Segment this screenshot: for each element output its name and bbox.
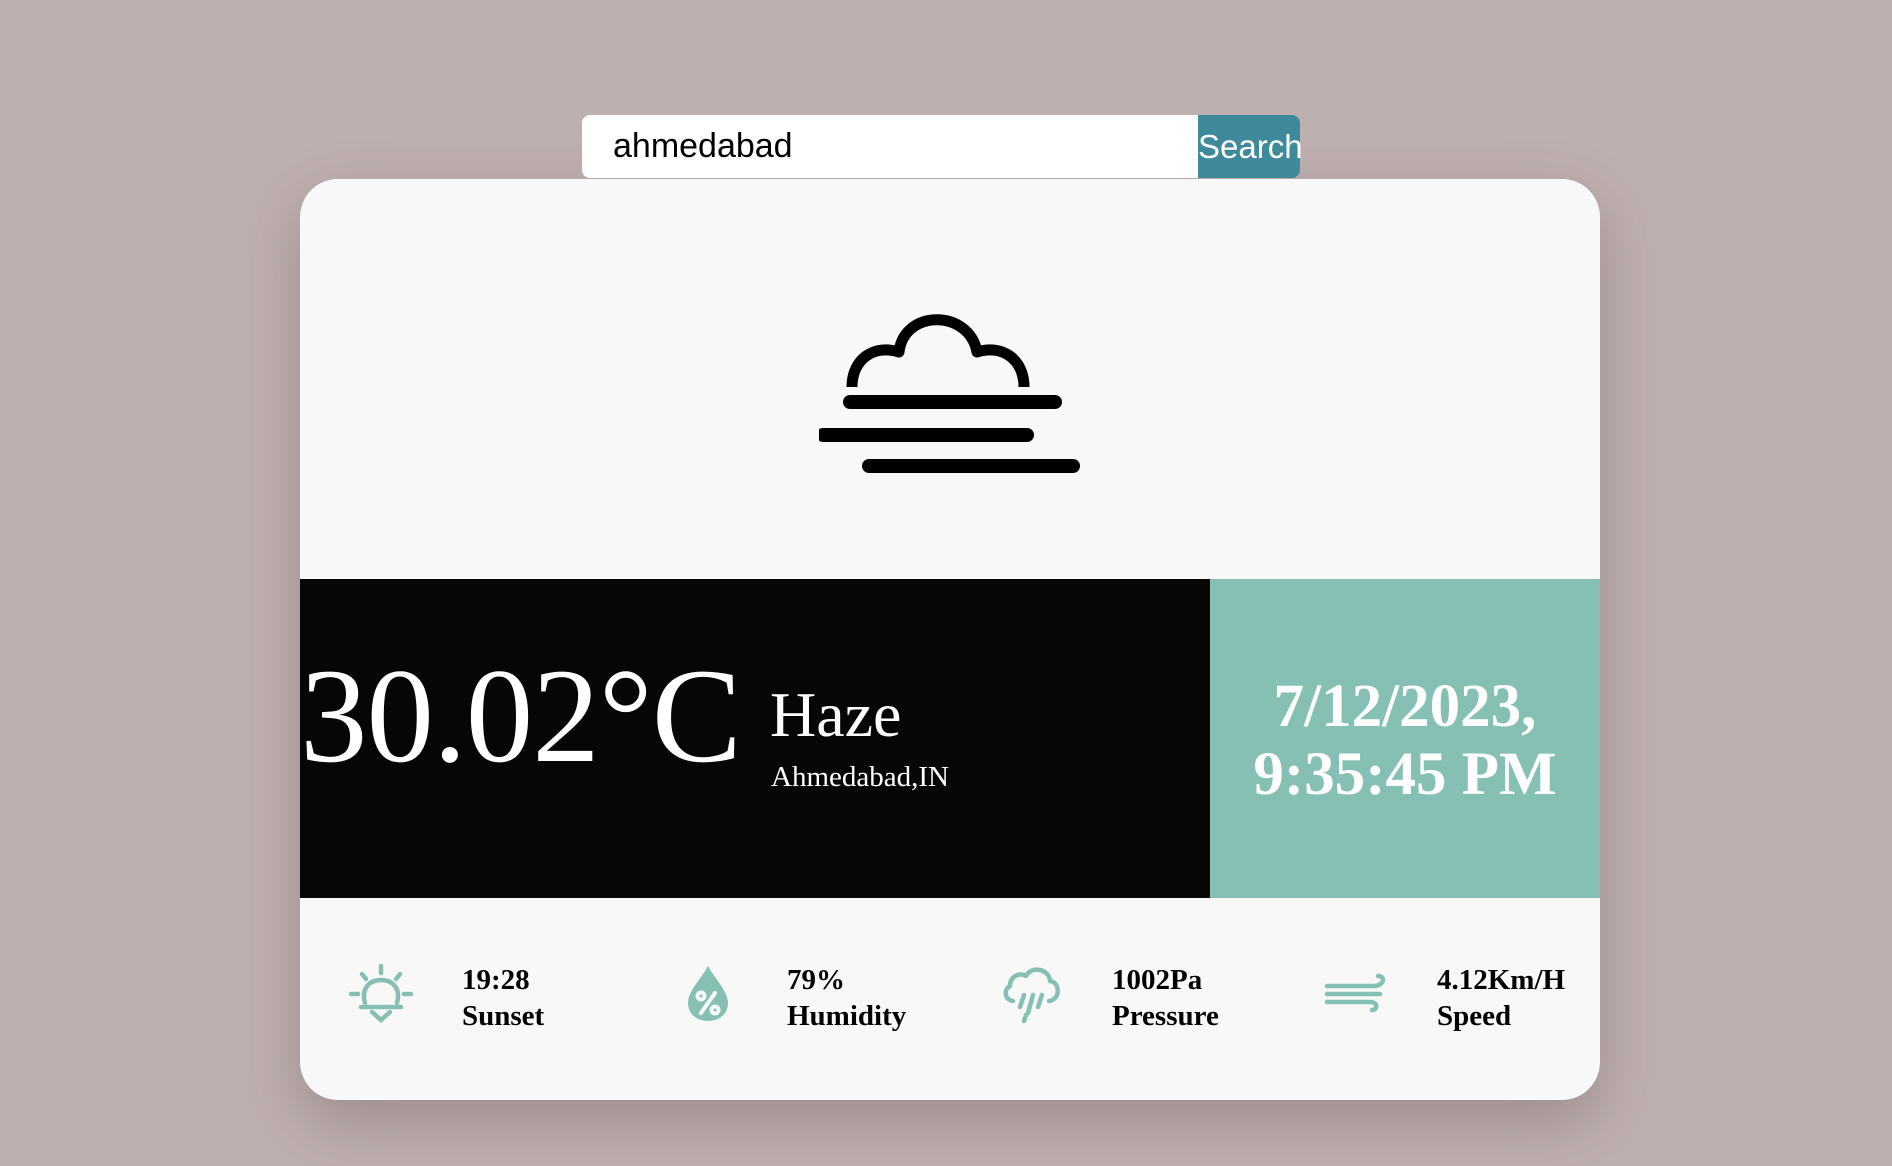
sunset-value: 19:28 xyxy=(462,964,530,996)
haze-icon xyxy=(819,314,1080,473)
wind-icon xyxy=(1324,973,1386,1013)
weather-condition: Haze xyxy=(770,679,902,750)
pressure-value: 1002Pa xyxy=(1112,964,1203,996)
pressure-label: Pressure xyxy=(1112,1000,1219,1032)
location-name: Ahmedabad,IN xyxy=(771,761,949,793)
sunset-icon xyxy=(348,963,414,1023)
humidity-value: 79% xyxy=(787,964,845,996)
humidity-drop-icon xyxy=(688,966,728,1021)
weather-card: 30.02°C Haze Ahmedabad,IN 7/12/2023, 9:3… xyxy=(300,179,1600,1100)
temperature-panel: 30.02°C Haze Ahmedabad,IN xyxy=(300,579,1210,898)
temperature-value: 30.02°C xyxy=(300,642,742,791)
weather-icon-area xyxy=(300,179,1600,579)
wind-speed-value: 4.12Km/H xyxy=(1437,964,1566,996)
time-text: 9:35:45 PM xyxy=(1253,741,1557,808)
date-text: 7/12/2023, xyxy=(1273,673,1537,740)
sunset-label: Sunset xyxy=(462,1000,545,1032)
rain-cloud-icon xyxy=(1003,967,1060,1024)
search-input[interactable] xyxy=(582,115,1198,178)
wind-speed-label: Speed xyxy=(1437,1000,1512,1032)
datetime-panel: 7/12/2023, 9:35:45 PM xyxy=(1210,579,1600,898)
search-bar: Search xyxy=(582,115,1303,178)
search-button[interactable]: Search xyxy=(1198,115,1303,178)
humidity-label: Humidity xyxy=(787,1000,907,1032)
weather-stats: 19:28 Sunset 79% Humidity 1002Pa Pressur… xyxy=(300,898,1600,1100)
